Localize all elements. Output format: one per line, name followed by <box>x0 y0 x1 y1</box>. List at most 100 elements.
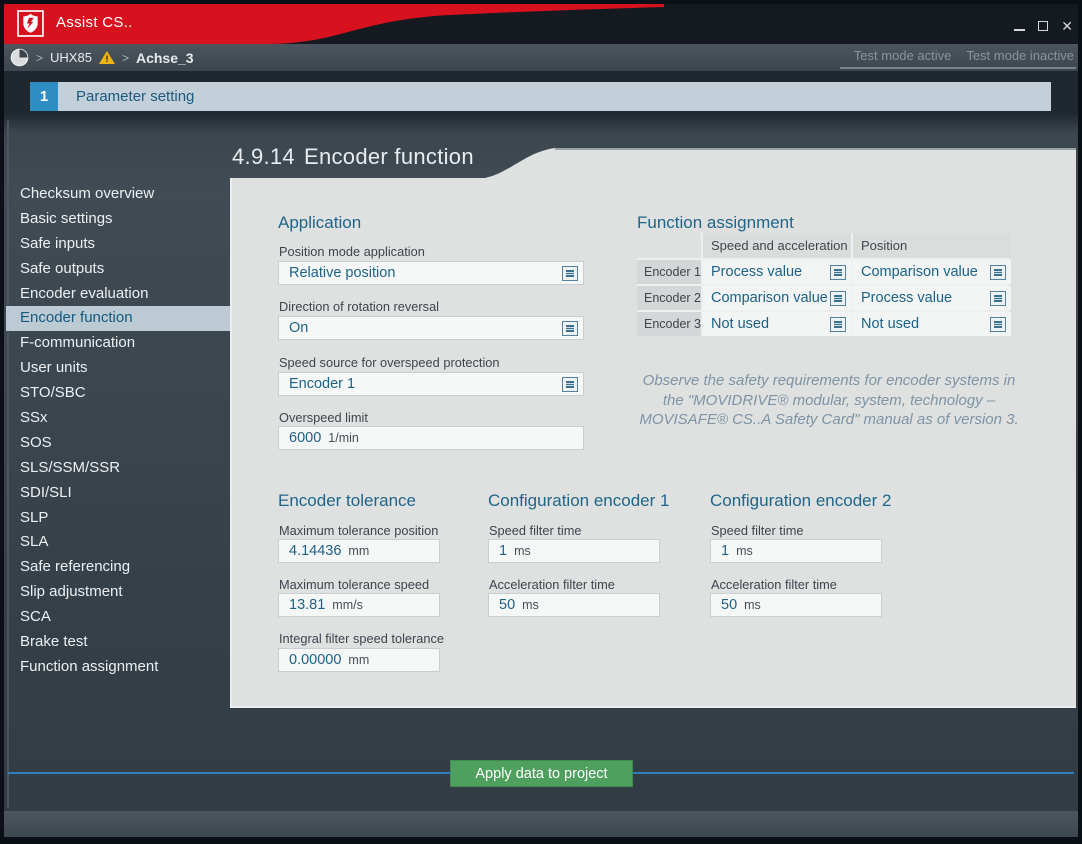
sidebar-item-sdi-sli[interactable]: SDI/SLI <box>6 481 230 506</box>
enc1-acceleration-filter-time-label: Acceleration filter time <box>489 577 615 592</box>
unit-label: ms <box>736 544 753 558</box>
max-tolerance-speed-input[interactable]: 13.81 mm/s <box>278 593 440 617</box>
configuration-encoder2-section-title: Configuration encoder 2 <box>710 491 891 511</box>
unit-label: mm/s <box>332 598 363 612</box>
sidebar-item-safe-outputs[interactable]: Safe outputs <box>6 257 230 282</box>
unit-label: ms <box>744 598 761 612</box>
sew-shield-logo-icon <box>17 10 44 37</box>
enc1-acceleration-filter-time-input[interactable]: 50 ms <box>488 593 660 617</box>
encoder2-speed-dropdown[interactable]: Comparison value <box>703 286 851 310</box>
encoder-tolerance-section-title: Encoder tolerance <box>278 491 416 511</box>
breadcrumb: > UHX85 ! > Achse_3 <box>10 48 194 67</box>
app-title: Assist CS.. <box>56 14 133 31</box>
integral-filter-speed-tolerance-input[interactable]: 0.00000 mm <box>278 648 440 672</box>
sidebar-item-checksum-overview[interactable]: Checksum overview <box>6 182 230 207</box>
dropdown-list-icon[interactable] <box>990 265 1006 280</box>
direction-rotation-reversal-dropdown[interactable]: On <box>278 316 584 340</box>
sidebar-item-f-communication[interactable]: F-communication <box>6 331 230 356</box>
enc1-speed-filter-time-label: Speed filter time <box>489 523 581 538</box>
unit-label: mm <box>348 544 369 558</box>
enc1-speed-filter-time-input[interactable]: 1 ms <box>488 539 660 563</box>
application-section-title: Application <box>278 213 361 233</box>
encoder2-position-dropdown[interactable]: Process value <box>853 286 1011 310</box>
page-title: 4.9.14 Encoder function <box>232 144 474 170</box>
sidebar-item-sls-ssm-ssr[interactable]: SLS/SSM/SSR <box>6 456 230 481</box>
network-globe-icon[interactable] <box>10 48 29 67</box>
bottom-status-bar <box>4 811 1078 837</box>
maximize-icon[interactable] <box>1038 21 1048 31</box>
dropdown-list-icon[interactable] <box>562 266 578 281</box>
enc2-speed-filter-time-input[interactable]: 1 ms <box>710 539 882 563</box>
enc2-speed-filter-time-label: Speed filter time <box>711 523 803 538</box>
sidebar-item-ssx[interactable]: SSx <box>6 406 230 431</box>
row-header-encoder2: Encoder 2 <box>637 286 701 310</box>
column-header-speed-acceleration: Speed and acceleration <box>703 233 851 258</box>
apply-data-button[interactable]: Apply data to project <box>450 760 633 787</box>
minimize-icon[interactable] <box>1014 29 1025 31</box>
dropdown-list-icon[interactable] <box>562 377 578 392</box>
safety-note: Observe the safety requirements for enco… <box>638 371 1020 430</box>
sidebar-item-brake-test[interactable]: Brake test <box>6 630 230 655</box>
warning-icon: ! <box>99 51 115 64</box>
sidebar-item-slp[interactable]: SLP <box>6 506 230 531</box>
content-panel-curve <box>475 148 555 179</box>
breadcrumb-axis[interactable]: Achse_3 <box>136 50 194 66</box>
overspeed-limit-input[interactable]: 6000 1/min <box>278 426 584 450</box>
page-number: 4.9.14 <box>232 144 295 170</box>
test-mode-active-button[interactable]: Test mode active <box>854 48 952 63</box>
parameter-setting-bar[interactable]: Parameter setting <box>58 82 1051 111</box>
table-corner-cell <box>637 233 701 258</box>
close-icon[interactable]: ✕ <box>1061 19 1073 33</box>
overspeed-limit-label: Overspeed limit <box>279 410 368 425</box>
sidebar-item-safe-inputs[interactable]: Safe inputs <box>6 232 230 257</box>
sidebar-item-encoder-function[interactable]: Encoder function <box>6 306 230 331</box>
sidebar-item-sto-sbc[interactable]: STO/SBC <box>6 381 230 406</box>
direction-rotation-reversal-label: Direction of rotation reversal <box>279 299 439 314</box>
column-header-position: Position <box>853 233 1011 258</box>
sidebar-item-sca[interactable]: SCA <box>6 605 230 630</box>
row-header-encoder3: Encoder 3 <box>637 312 701 336</box>
breadcrumb-device[interactable]: UHX85 <box>50 50 92 65</box>
unit-label: 1/min <box>328 431 359 445</box>
max-tolerance-position-input[interactable]: 4.14436 mm <box>278 539 440 563</box>
encoder1-speed-dropdown[interactable]: Process value <box>703 260 851 284</box>
app-window: Assist CS.. ✕ > UHX85 ! > Achse_3 Test m… <box>0 0 1082 844</box>
dropdown-list-icon[interactable] <box>830 291 846 306</box>
unit-label: ms <box>522 598 539 612</box>
sidebar-item-basic-settings[interactable]: Basic settings <box>6 207 230 232</box>
dropdown-list-icon[interactable] <box>562 321 578 336</box>
enc2-acceleration-filter-time-input[interactable]: 50 ms <box>710 593 882 617</box>
sidebar-item-user-units[interactable]: User units <box>6 356 230 381</box>
function-assignment-table: Speed and acceleration Position Encoder … <box>637 233 1009 336</box>
unit-label: mm <box>348 653 369 667</box>
sidebar-item-function-assignment[interactable]: Function assignment <box>6 655 230 680</box>
test-mode-inactive-button[interactable]: Test mode inactive <box>966 48 1074 63</box>
encoder1-position-dropdown[interactable]: Comparison value <box>853 260 1011 284</box>
dropdown-list-icon[interactable] <box>830 265 846 280</box>
encoder3-position-dropdown[interactable]: Not used <box>853 312 1011 336</box>
max-tolerance-position-label: Maximum tolerance position <box>279 523 438 538</box>
speed-source-overspeed-label: Speed source for overspeed protection <box>279 355 500 370</box>
dropdown-list-icon[interactable] <box>990 317 1006 332</box>
dropdown-list-icon[interactable] <box>990 291 1006 306</box>
content-panel-top <box>555 148 1076 179</box>
sidebar-item-slip-adjustment[interactable]: Slip adjustment <box>6 580 230 605</box>
sidebar-item-safe-referencing[interactable]: Safe referencing <box>6 555 230 580</box>
sidebar-item-sla[interactable]: SLA <box>6 530 230 555</box>
position-mode-application-label: Position mode application <box>279 244 425 259</box>
sidebar-item-sos[interactable]: SOS <box>6 431 230 456</box>
sidebar-item-encoder-evaluation[interactable]: Encoder evaluation <box>6 282 230 307</box>
speed-source-overspeed-dropdown[interactable]: Encoder 1 <box>278 372 584 396</box>
chevron-separator-icon: > <box>122 51 129 65</box>
page-title-text: Encoder function <box>304 144 474 170</box>
encoder3-speed-dropdown[interactable]: Not used <box>703 312 851 336</box>
position-mode-application-dropdown[interactable]: Relative position <box>278 261 584 285</box>
max-tolerance-speed-label: Maximum tolerance speed <box>279 577 429 592</box>
chevron-separator-icon: > <box>36 51 43 65</box>
unit-label: ms <box>514 544 531 558</box>
dropdown-list-icon[interactable] <box>830 317 846 332</box>
step-number-badge: 1 <box>30 82 58 111</box>
integral-filter-speed-tolerance-label: Integral filter speed tolerance <box>279 631 444 646</box>
function-assignment-section-title: Function assignment <box>637 213 794 233</box>
sidebar-nav: Checksum overview Basic settings Safe in… <box>6 182 230 680</box>
